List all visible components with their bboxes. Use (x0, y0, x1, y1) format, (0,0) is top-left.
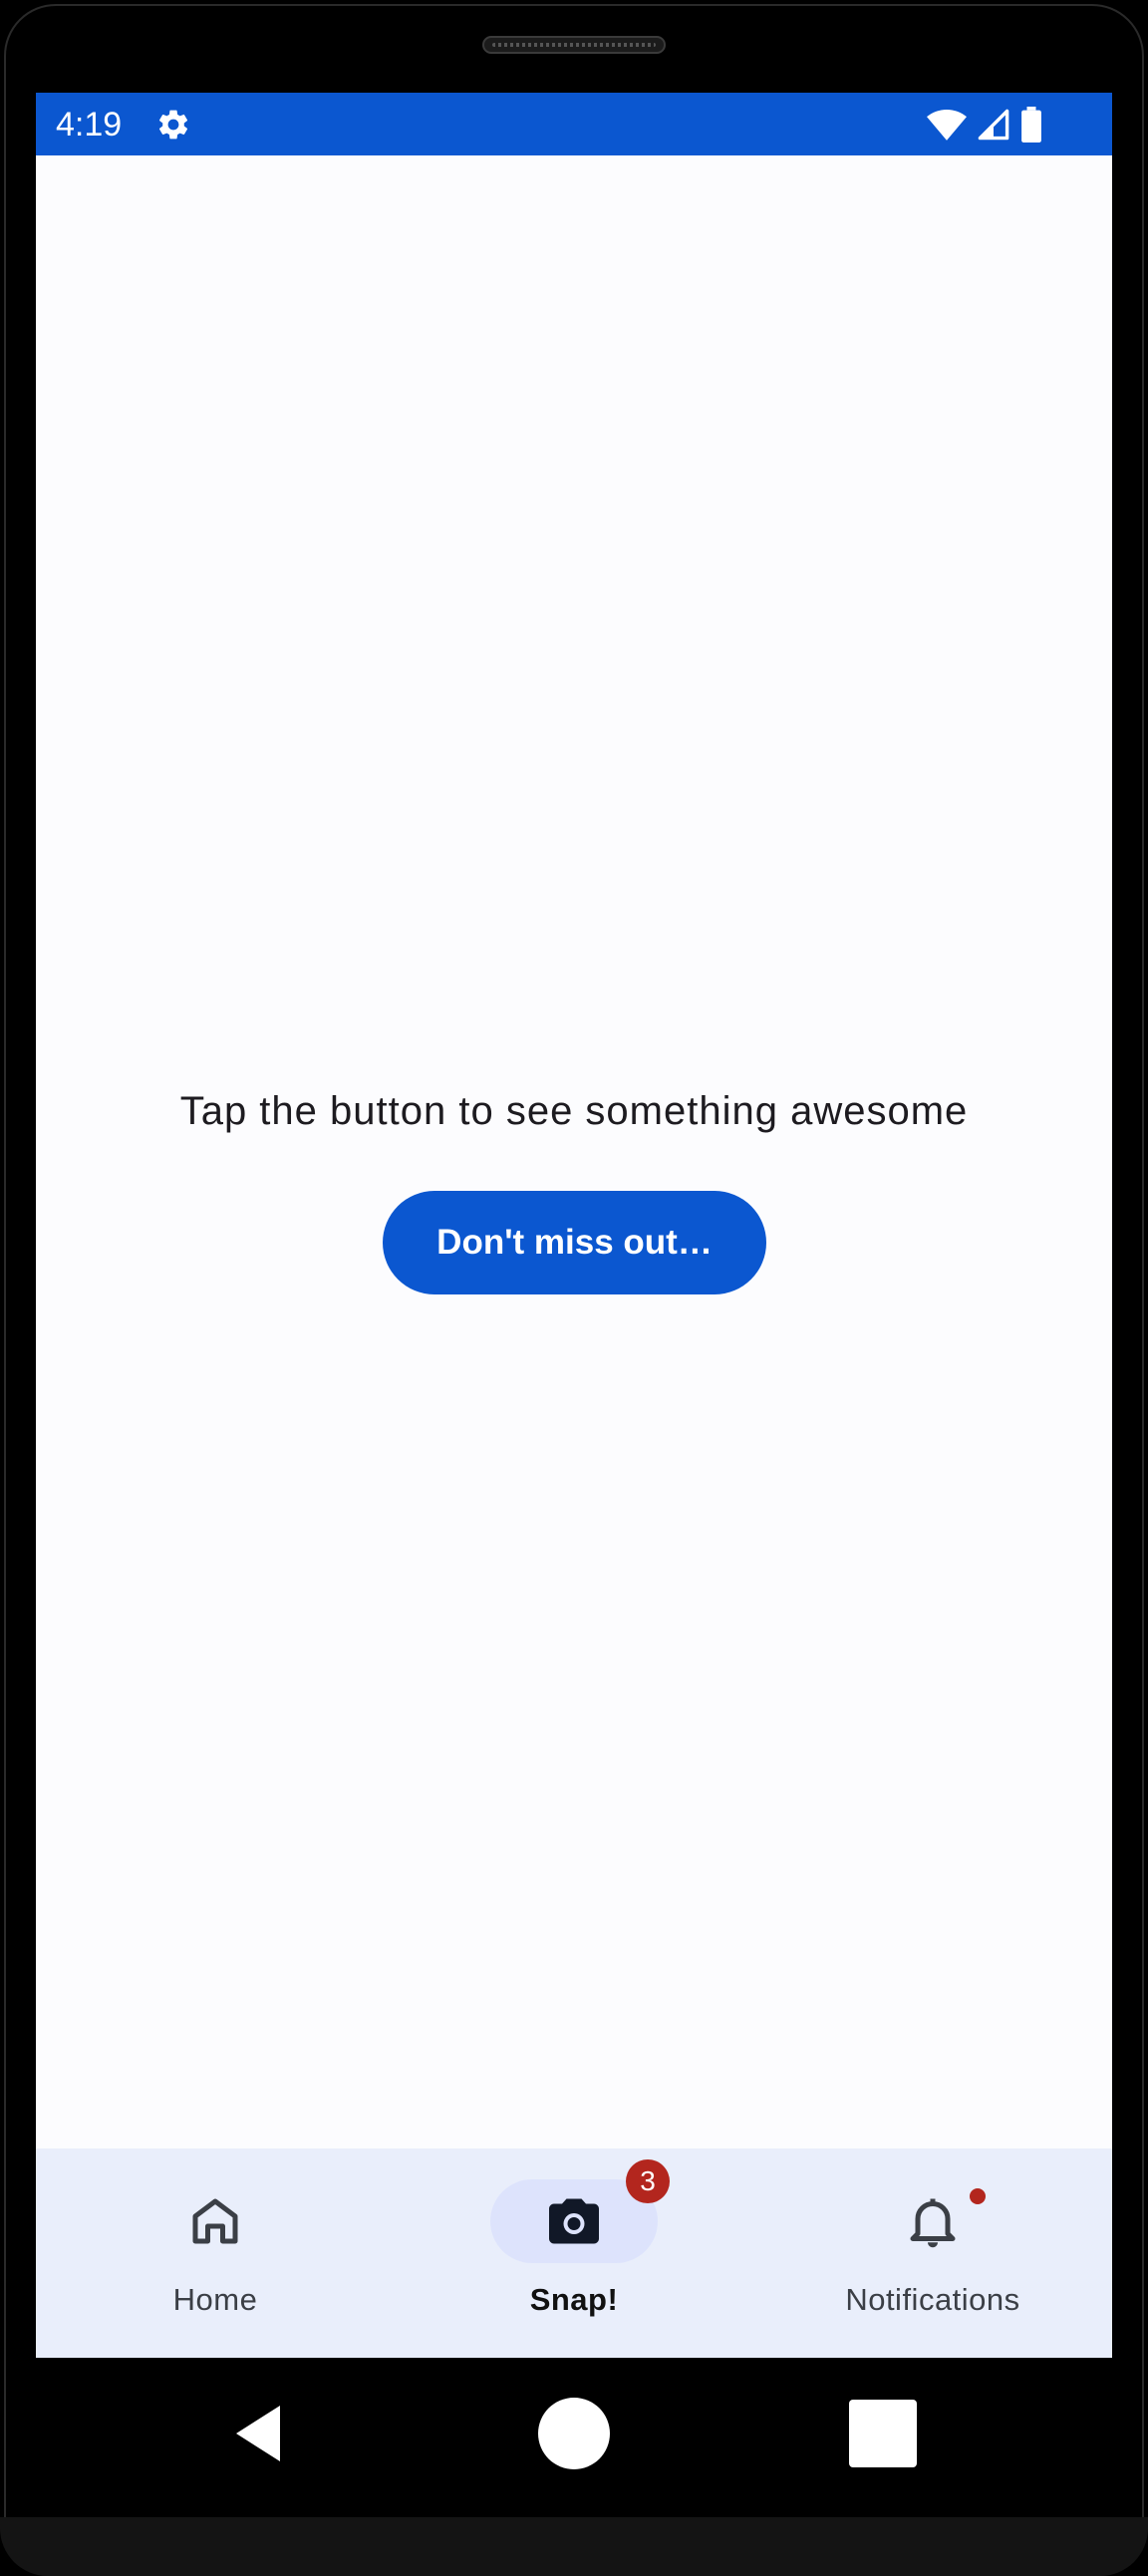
gear-icon (158, 110, 188, 140)
nav-label-notifications: Notifications (845, 2282, 1020, 2317)
system-navigation-bar (36, 2358, 1112, 2517)
nav-label-home: Home (172, 2282, 258, 2317)
status-time: 4:19 (56, 106, 123, 143)
earpiece-speaker (482, 36, 666, 54)
notification-dot-badge (970, 2188, 986, 2204)
prompt-text: Tap the button to see something awesome (179, 1089, 969, 1133)
signal-icon (978, 109, 1009, 141)
bottom-navigation-bar: Home 3 Snap! Notifications (36, 2148, 1112, 2358)
device-frame: 4:19 Tap the button to see something awe… (0, 0, 1148, 2576)
main-content: Tap the button to see something awesome … (36, 155, 1112, 2148)
nav-item-snap[interactable]: 3 Snap! (395, 2148, 753, 2358)
recents-square-icon[interactable] (843, 2394, 923, 2473)
home-icon (192, 2198, 238, 2244)
status-bar: 4:19 (36, 93, 1112, 155)
nav-label-snap: Snap! (529, 2282, 619, 2317)
nav-item-notifications[interactable]: Notifications (753, 2148, 1112, 2358)
nav-item-home[interactable]: Home (36, 2148, 395, 2358)
bell-icon (910, 2198, 956, 2248)
back-triangle-icon[interactable] (220, 2394, 300, 2473)
app-screen: 4:19 Tap the button to see something awe… (36, 93, 1112, 2358)
wifi-icon (927, 110, 967, 141)
battery-icon (1021, 107, 1041, 143)
home-circle-icon[interactable] (534, 2394, 614, 2473)
device-chin (0, 2517, 1148, 2576)
dont-miss-out-button[interactable]: Don't miss out… (383, 1191, 766, 1294)
camera-icon (549, 2198, 599, 2244)
status-icons (927, 105, 1042, 144)
snap-badge-count: 3 (626, 2159, 670, 2203)
